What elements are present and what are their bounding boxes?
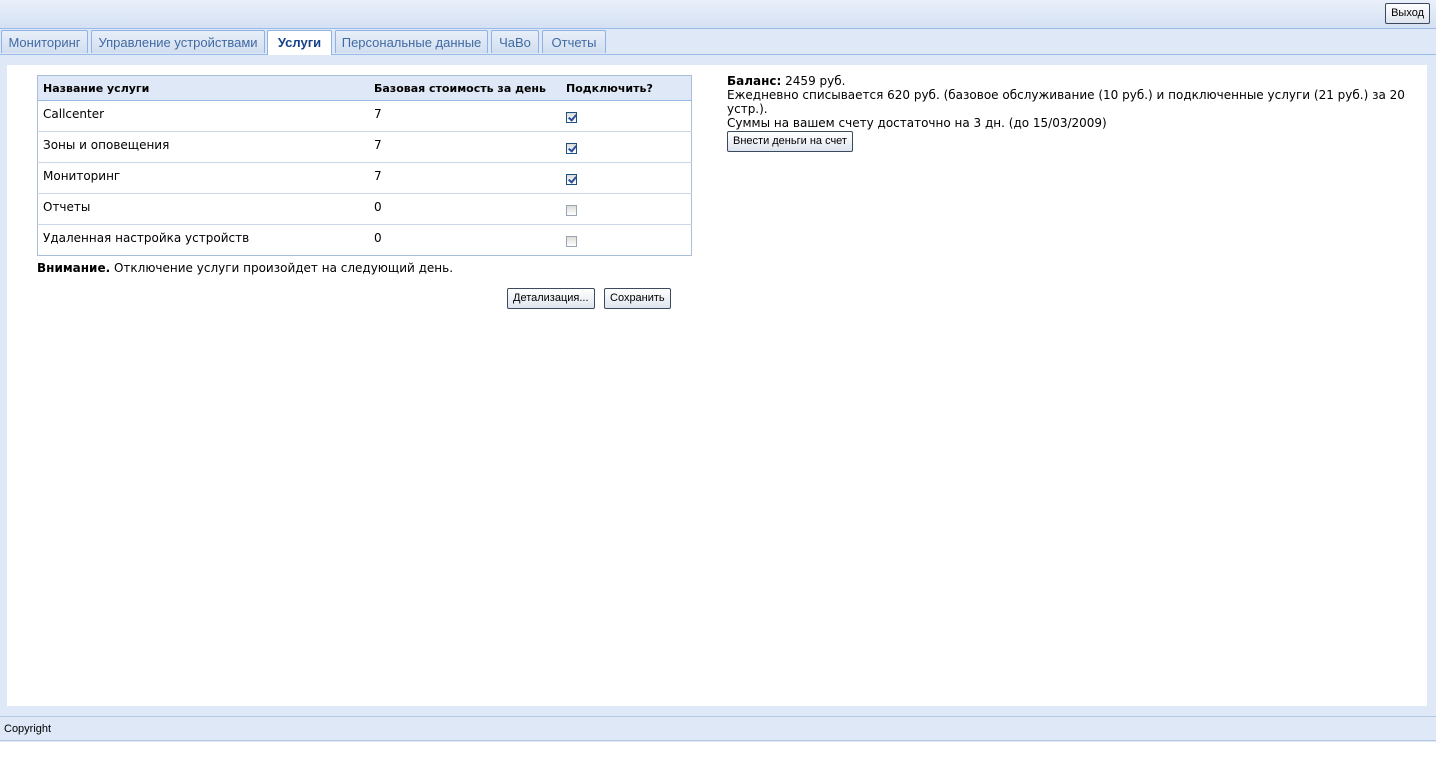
connect-checkbox[interactable] [566,174,577,185]
service-price: 7 [369,131,561,163]
tab-personal-data[interactable]: Персональные данные [335,30,488,53]
logout-button[interactable]: Выход [1385,3,1430,24]
table-row: Мониторинг 7 [37,162,692,194]
column-header-price: Базовая стоимость за день [369,75,561,101]
footer: Copyright [0,716,1436,741]
table-row: Callcenter 7 [37,100,692,132]
warning-text: Отключение услуги произойдет на следующи… [110,261,454,275]
table-row: Зоны и оповещения 7 [37,131,692,163]
balance-panel: Баланс: 2459 руб. Ежедневно списывается … [727,74,1417,152]
service-price: 0 [369,193,561,225]
table-row: Удаленная настройка устройств 0 [37,224,692,256]
service-name: Отчеты [37,193,369,225]
balance-value: 2459 руб. [781,74,846,88]
service-name: Зоны и оповещения [37,131,369,163]
service-price: 7 [369,100,561,132]
service-name: Callcenter [37,100,369,132]
tab-services[interactable]: Услуги [267,30,332,55]
tab-device-management[interactable]: Управление устройствами [91,30,265,53]
save-button[interactable]: Сохранить [604,288,671,309]
services-table: Название услуги Базовая стоимость за ден… [37,75,692,256]
top-bar: Выход [0,0,1436,29]
tab-monitoring[interactable]: Мониторинг [1,30,88,53]
warning-label: Внимание. [37,261,111,275]
warning-note: Внимание. Отключение услуги произойдет н… [37,261,453,275]
details-button[interactable]: Детализация... [507,288,595,309]
tab-reports[interactable]: Отчеты [542,30,606,53]
copyright-text: Copyright [4,723,52,735]
service-price: 0 [369,224,561,256]
column-header-name: Название услуги [37,75,369,101]
daily-charge-text: Ежедневно списывается 620 руб. (базовое … [727,88,1405,116]
table-header-row: Название услуги Базовая стоимость за ден… [37,75,692,101]
balance-label: Баланс: [727,74,782,88]
connect-checkbox[interactable] [566,236,577,247]
deposit-button[interactable]: Внести деньги на счет [727,131,853,152]
service-name: Мониторинг [37,162,369,194]
tab-strip: Мониторинг Управление устройствами Услуг… [0,29,1436,55]
table-row: Отчеты 0 [37,193,692,225]
sufficient-funds-text: Суммы на вашем счету достаточно на 3 дн.… [727,116,1107,130]
connect-checkbox[interactable] [566,143,577,154]
bottom-strip [0,742,1436,760]
column-header-connect: Подключить? [561,75,692,101]
main-content: Название услуги Базовая стоимость за ден… [7,65,1427,706]
service-name: Удаленная настройка устройств [37,224,369,256]
service-price: 7 [369,162,561,194]
connect-checkbox[interactable] [566,112,577,123]
tab-faq[interactable]: ЧаВо [491,30,539,53]
connect-checkbox[interactable] [566,205,577,216]
